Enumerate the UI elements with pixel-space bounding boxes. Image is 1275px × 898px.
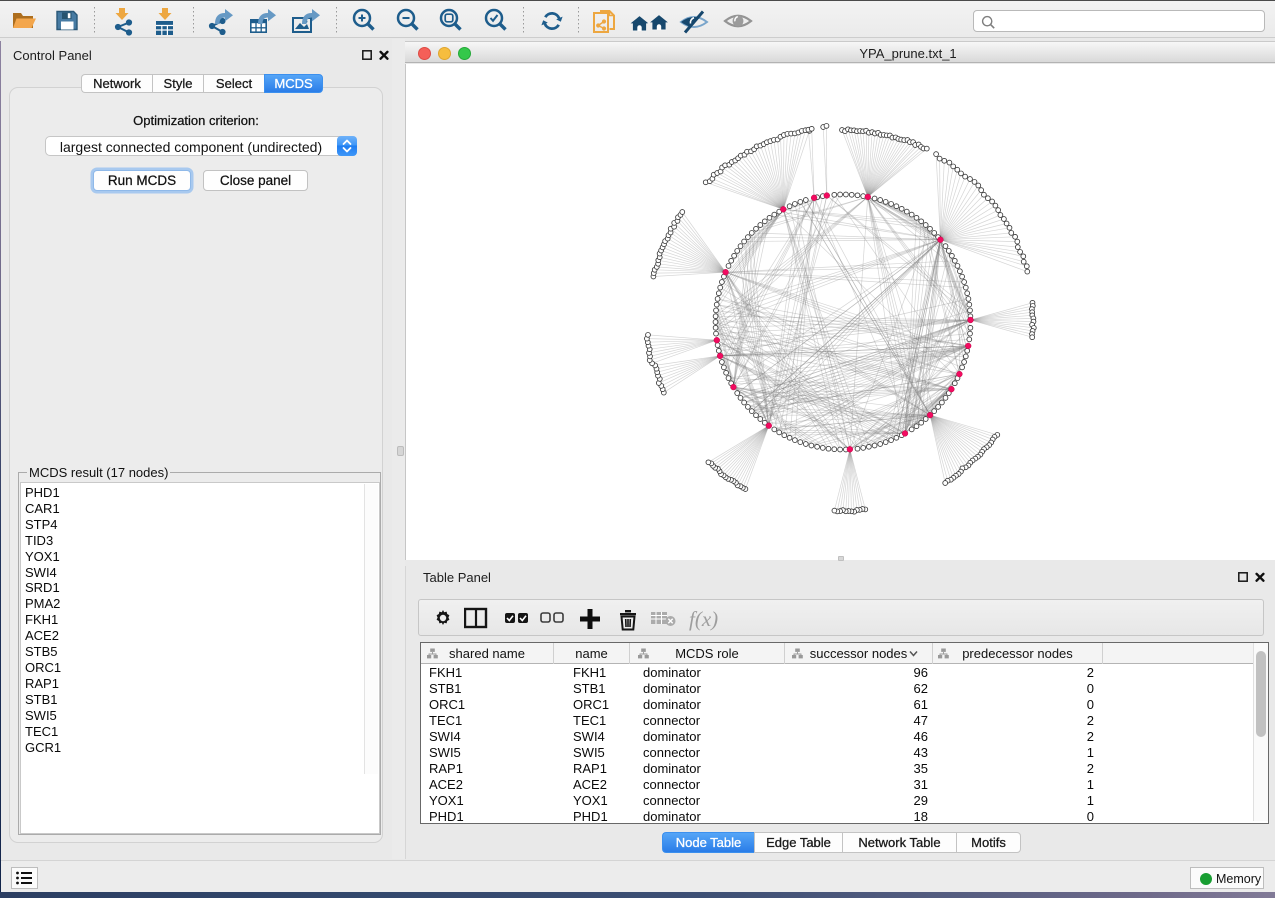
svg-text:f(x): f(x) <box>689 607 718 631</box>
